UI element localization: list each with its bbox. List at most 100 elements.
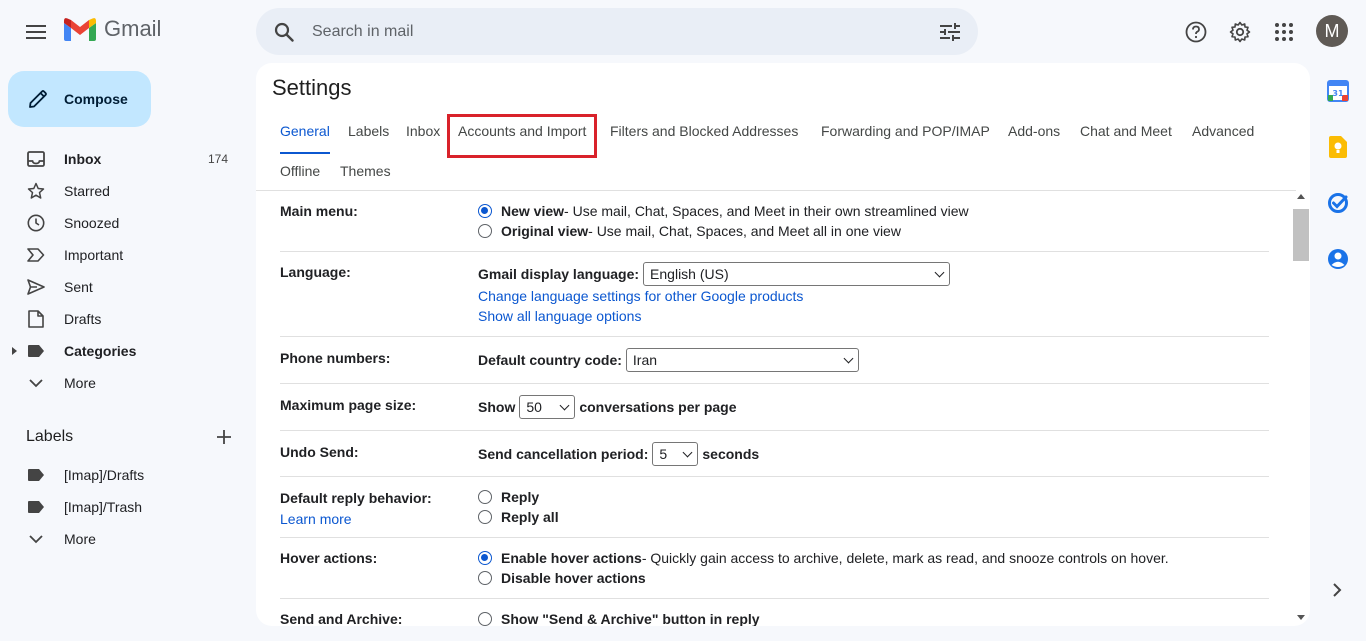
radio-reply-all[interactable]: Reply all (478, 507, 559, 527)
setting-label: Phone numbers: (280, 350, 391, 366)
tab-labels[interactable]: Labels (348, 115, 389, 151)
radio-button[interactable] (478, 204, 492, 218)
menu-icon[interactable] (16, 12, 56, 52)
sidebar-item-sent[interactable]: Sent (0, 271, 240, 303)
caret-right-icon[interactable] (12, 347, 17, 355)
radio-new-view[interactable]: New view - Use mail, Chat, Spaces, and M… (478, 201, 969, 221)
sidebar-item-labels-more[interactable]: More (0, 523, 240, 555)
tab-add-ons[interactable]: Add-ons (1008, 115, 1060, 151)
learn-more-link[interactable]: Learn more (280, 509, 352, 529)
selected-value: 5 (659, 446, 668, 462)
tab-accounts-and-import[interactable]: Accounts and Import (446, 114, 598, 158)
contacts-icon[interactable] (1322, 243, 1354, 275)
setting-phone-numbers: Phone numbers: Default country code: Ira… (280, 337, 1269, 384)
chevron-down-icon (26, 529, 46, 549)
show-all-languages-link[interactable]: Show all language options (478, 306, 950, 326)
setting-undo-send: Undo Send: Send cancellation period: 5 s… (280, 431, 1269, 477)
tab-inbox[interactable]: Inbox (406, 115, 440, 151)
calendar-icon[interactable]: 31 (1322, 75, 1354, 107)
sidebar-item-starred[interactable]: Starred (0, 175, 240, 207)
sidebar-item-categories[interactable]: Categories (0, 335, 240, 367)
plus-icon[interactable] (212, 425, 236, 449)
pencil-icon (26, 87, 50, 111)
setting-label: Maximum page size: (280, 397, 417, 413)
chevron-right-icon[interactable] (1325, 576, 1349, 604)
setting-content: Default country code: Iran (478, 348, 859, 372)
scroll-thumb[interactable] (1293, 209, 1309, 261)
radio-disable-hover[interactable]: Disable hover actions (478, 568, 1169, 588)
country-code-select[interactable]: Iran (625, 348, 859, 372)
labels-list: [Imap]/Drafts [Imap]/Trash More (0, 459, 256, 555)
radio-button[interactable] (478, 490, 492, 504)
tab-offline[interactable]: Offline (280, 155, 320, 191)
sidebar-item-label: Important (64, 247, 124, 263)
label-icon (26, 341, 46, 361)
tab-general[interactable]: General (280, 115, 330, 154)
sidebar-item-imap-drafts[interactable]: [Imap]/Drafts (0, 459, 240, 491)
sidebar-item-more[interactable]: More (0, 367, 240, 399)
radio-button[interactable] (478, 551, 492, 565)
sidebar-item-snoozed[interactable]: Snoozed (0, 207, 240, 239)
option-desc: - Quickly gain access to archive, delete… (641, 550, 1169, 566)
sidebar-item-inbox[interactable]: Inbox 174 (0, 143, 240, 175)
help-icon[interactable] (1176, 12, 1216, 52)
unread-count: 174 (207, 152, 228, 166)
search-icon[interactable] (270, 18, 298, 46)
undo-send-suffix: seconds (702, 446, 760, 462)
radio-button[interactable] (478, 224, 492, 238)
compose-button[interactable]: Compose (8, 71, 151, 127)
option-title: Original view (501, 223, 589, 239)
keep-icon[interactable] (1322, 131, 1354, 163)
change-language-link[interactable]: Change language settings for other Googl… (478, 286, 950, 306)
tab-advanced[interactable]: Advanced (1192, 115, 1254, 151)
setting-send-archive: Send and Archive: Show "Send & Archive" … (280, 599, 1269, 626)
undo-send-select[interactable]: 5 (652, 442, 699, 466)
labels-header: Labels (26, 427, 236, 447)
option-title: New view (501, 203, 565, 219)
tasks-icon[interactable] (1322, 187, 1354, 219)
sidebar-item-drafts[interactable]: Drafts (0, 303, 240, 335)
avatar[interactable]: M (1316, 15, 1348, 47)
tab-chat-and-meet[interactable]: Chat and Meet (1080, 115, 1172, 151)
sidebar-item-important[interactable]: Important (0, 239, 240, 271)
setting-label: Send and Archive: (280, 611, 403, 626)
setting-label: Default reply behavior: (280, 490, 432, 506)
send-icon (26, 277, 46, 297)
tune-icon[interactable] (936, 18, 964, 46)
gmail-logo[interactable]: Gmail (64, 16, 161, 42)
radio-enable-hover[interactable]: Enable hover actions - Quickly gain acce… (478, 548, 1169, 568)
country-code-label: Default country code: (478, 352, 622, 368)
radio-show-send-archive[interactable]: Show "Send & Archive" button in reply (478, 609, 760, 626)
setting-content: Reply Reply all (478, 487, 559, 527)
tab-forwarding[interactable]: Forwarding and POP/IMAP (821, 115, 990, 151)
setting-content: Send cancellation period: 5 seconds (478, 442, 759, 466)
sidebar-item-label: [Imap]/Drafts (64, 467, 145, 483)
gear-icon[interactable] (1220, 12, 1260, 52)
setting-reply-behavior: Default reply behavior: Learn more Reply… (280, 477, 1269, 538)
radio-reply[interactable]: Reply (478, 487, 559, 507)
setting-content: Show "Send & Archive" button in reply (478, 609, 760, 626)
tab-themes[interactable]: Themes (340, 155, 391, 191)
radio-button[interactable] (478, 510, 492, 524)
setting-content: Gmail display language: English (US) Cha… (478, 262, 951, 326)
setting-language: Language: Gmail display language: Englis… (280, 252, 1269, 337)
top-bar: Gmail M (0, 0, 1366, 63)
radio-original-view[interactable]: Original view - Use mail, Chat, Spaces, … (478, 221, 969, 241)
scroll-down-arrow[interactable] (1297, 615, 1305, 620)
settings-scrollbar[interactable] (1292, 190, 1310, 626)
draft-icon (26, 309, 46, 329)
label-icon (26, 497, 46, 517)
sidebar-item-imap-trash[interactable]: [Imap]/Trash (0, 491, 240, 523)
sidebar-item-label: Inbox (64, 151, 102, 167)
search-bar[interactable] (256, 8, 978, 55)
apps-icon[interactable] (1264, 12, 1304, 52)
tab-filters[interactable]: Filters and Blocked Addresses (610, 115, 798, 151)
radio-button[interactable] (478, 612, 492, 626)
scroll-up-arrow[interactable] (1297, 194, 1305, 199)
page-size-select[interactable]: 50 (519, 395, 576, 419)
setting-content: Show 50 conversations per page (478, 395, 737, 419)
radio-button[interactable] (478, 571, 492, 585)
language-select[interactable]: English (US) (643, 262, 951, 286)
sidebar-nav: Inbox 174 Starred Snoozed Important Sent… (0, 143, 256, 399)
search-input[interactable] (312, 18, 912, 46)
